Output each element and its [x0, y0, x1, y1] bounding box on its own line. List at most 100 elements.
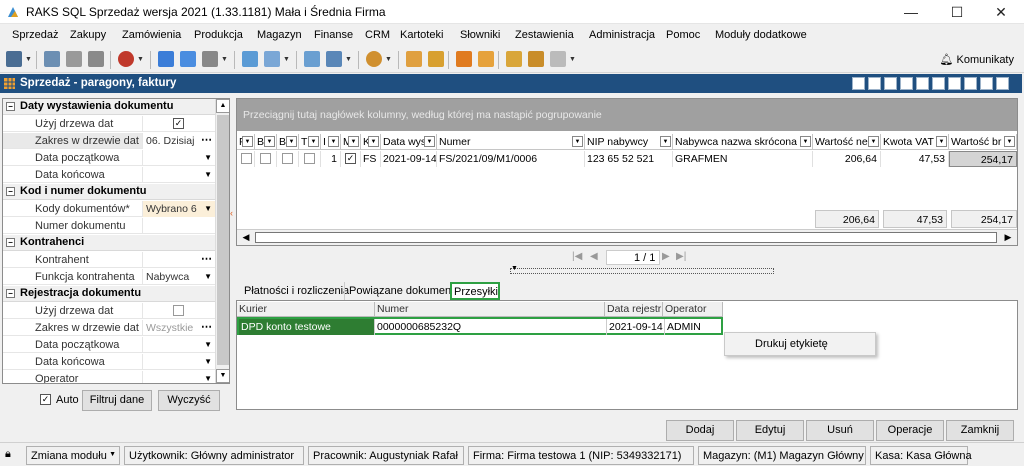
first-page-icon[interactable]: |◀ [572, 251, 582, 262]
globe-icon[interactable] [366, 51, 382, 67]
column-header[interactable]: Bl ▼ [277, 134, 299, 150]
menu-moduly-dodatkowe[interactable]: Moduły dodatkowe [715, 29, 807, 41]
document-icon[interactable] [180, 51, 196, 67]
date-range-value[interactable]: 06. Dzisiaj [146, 135, 194, 147]
tab-payments[interactable]: Płatności i rozliczenia [240, 282, 349, 300]
table-row[interactable]: 1 ✓ FS 2021-09-14 FS/2021/09/M1/0006 123… [237, 151, 1017, 167]
more-icon[interactable]: ⋯ [201, 252, 212, 265]
selected-shipment-row[interactable]: DPD konto testowe 0000000685232Q 2021-09… [237, 317, 723, 335]
maximize-button[interactable]: ☐ [934, 0, 980, 24]
menu-slowniki[interactable]: Słowniki [460, 29, 500, 41]
row-checkbox[interactable] [241, 153, 252, 164]
collapse-icon[interactable]: − [6, 187, 15, 196]
menu-finanse[interactable]: Finanse [314, 29, 353, 41]
row-checkbox[interactable] [304, 153, 315, 164]
section-registration[interactable]: − Rejestracja dokumentu [3, 286, 215, 302]
menu-magazyn[interactable]: Magazyn [257, 29, 302, 41]
collapse-icon[interactable]: − [6, 289, 15, 298]
close-panel-button[interactable]: Zamknij [946, 420, 1014, 441]
section-issue-dates[interactable]: − Daty wystawienia dokumentu [3, 99, 215, 115]
last-page-icon[interactable]: ▶| [676, 251, 686, 262]
group-by-bar[interactable]: Przeciągnij tutaj nagłówek kolumny, wedł… [237, 99, 1017, 131]
use-date-tree-checkbox[interactable] [173, 305, 184, 316]
change-module-button[interactable]: Zmiana modułu ▼ [26, 446, 120, 465]
filter-icon[interactable] [932, 77, 945, 90]
menu-zestawienia[interactable]: Zestawienia [515, 29, 574, 41]
column-header[interactable]: Operator [663, 302, 723, 317]
document-number-input[interactable] [142, 218, 215, 234]
operations-button[interactable]: Operacje [876, 420, 944, 441]
chevron-down-icon[interactable]: ▼ [137, 56, 144, 63]
column-header[interactable]: Data rejestr [605, 302, 663, 317]
section-code-number[interactable]: − Kod i numer dokumentu [3, 184, 215, 200]
chevron-down-icon[interactable]: ▼ [385, 56, 392, 63]
print-label-menu-item[interactable]: Drukuj etykietę [755, 338, 828, 350]
chevron-down-icon[interactable]: ▼ [204, 153, 212, 162]
menu-crm[interactable]: CRM [365, 29, 390, 41]
info-icon[interactable] [884, 77, 897, 90]
chevron-down-icon[interactable]: ▼ [204, 357, 212, 366]
tab-shipments[interactable]: Przesyłki [450, 282, 500, 300]
menu-kartoteki[interactable]: Kartoteki [400, 29, 443, 41]
settings-icon[interactable] [980, 77, 993, 90]
chevron-down-icon[interactable]: ▼ [204, 340, 212, 349]
scroll-thumb[interactable] [217, 115, 229, 365]
chevron-down-icon[interactable]: ▼ [204, 374, 212, 383]
column-header[interactable]: Numer ▼ [437, 134, 585, 150]
table-icon[interactable] [916, 77, 929, 90]
collapse-icon[interactable]: − [6, 238, 15, 247]
collapse-icon[interactable]: − [6, 102, 15, 111]
scroll-left-icon[interactable]: ◀ [239, 231, 253, 244]
book-icon[interactable] [44, 51, 60, 67]
users-icon[interactable] [406, 51, 422, 67]
panel-splitter[interactable]: ▼ [510, 265, 774, 274]
section-contractors[interactable]: − Kontrahenci [3, 235, 215, 251]
tab-related-documents[interactable]: Powiązane dokumenty [344, 282, 460, 300]
more-icon[interactable]: ⋯ [201, 133, 212, 146]
column-header[interactable]: T ▼ [299, 134, 321, 150]
menu-administracja[interactable]: Administracja [589, 29, 655, 41]
scroll-up-icon[interactable]: ▲ [216, 99, 229, 113]
next-page-icon[interactable]: ▶ [662, 251, 670, 262]
scroll-right-icon[interactable]: ▶ [1001, 231, 1015, 244]
chevron-down-icon[interactable]: ▼ [221, 56, 228, 63]
column-header[interactable]: Nabywca nazwa skrócona ▼ [673, 134, 813, 150]
column-header[interactable]: I ▼ [321, 134, 341, 150]
contractor-function-value[interactable]: Nabywca [146, 271, 189, 283]
chevron-down-icon[interactable]: ▼ [569, 56, 576, 63]
menu-sprzedaz[interactable]: Sprzedaż [12, 29, 58, 41]
delete-button[interactable]: Usuń [806, 420, 874, 441]
chevron-down-icon[interactable]: ▼ [25, 56, 32, 63]
database-icon[interactable] [202, 51, 218, 67]
copy-icon[interactable] [264, 51, 280, 67]
export-icon[interactable] [242, 51, 258, 67]
column-header[interactable]: Bl ▼ [255, 134, 277, 150]
horizontal-scrollbar[interactable]: ◀ ▶ [237, 229, 1017, 245]
window-icon[interactable] [6, 51, 22, 67]
date-range-value[interactable]: Wszystkie [146, 322, 193, 334]
row-checkbox[interactable] [260, 153, 271, 164]
menu-produkcja[interactable]: Produkcja [194, 29, 243, 41]
menu-zakupy[interactable]: Zakupy [70, 29, 106, 41]
edit-icon[interactable] [326, 51, 342, 67]
chevron-left-icon[interactable]: ‹ [230, 208, 233, 218]
auto-checkbox[interactable]: ✓ [40, 394, 51, 405]
menu-zamowienia[interactable]: Zamówienia [122, 29, 181, 41]
tools-icon[interactable] [456, 51, 472, 67]
chevron-down-icon[interactable]: ▼ [345, 56, 352, 63]
minimize-button[interactable]: — [888, 0, 934, 24]
calculator2-icon[interactable] [550, 51, 566, 67]
column-header[interactable]: Wartość br ▼ [949, 134, 1017, 150]
more-icon[interactable]: ⋯ [201, 320, 212, 333]
menu-pomoc[interactable]: Pomoc [666, 29, 700, 41]
refresh-icon[interactable] [964, 77, 977, 90]
calculator-icon[interactable] [66, 51, 82, 67]
column-header[interactable]: K ▼ [361, 134, 381, 150]
column-header[interactable]: Kwota VAT ▼ [881, 134, 949, 150]
clear-button[interactable]: Wyczyść [158, 390, 220, 411]
lock-icon[interactable] [852, 77, 865, 90]
image-icon[interactable] [304, 51, 320, 67]
list-icon[interactable] [900, 77, 913, 90]
user-icon[interactable] [428, 51, 444, 67]
filter-scrollbar[interactable]: ▲ ▼ [215, 99, 229, 383]
